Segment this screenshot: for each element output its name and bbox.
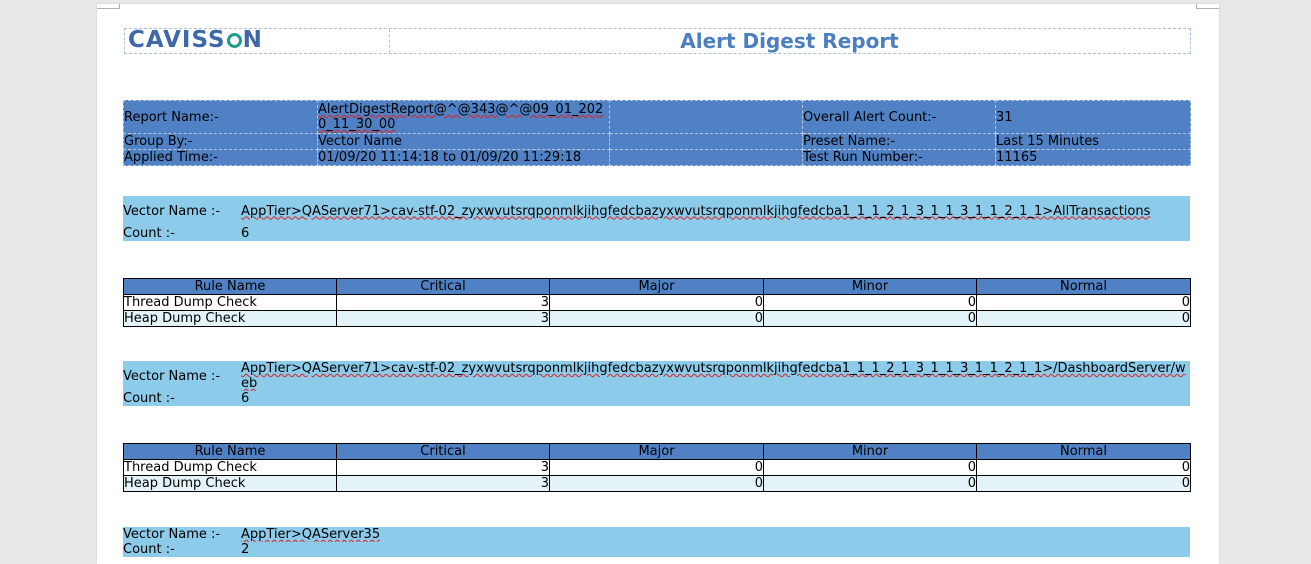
report-header: CAVISS N Alert Digest Report xyxy=(124,27,1191,54)
major-cell: 0 xyxy=(549,310,764,327)
applied-time-value: 01/09/20 11:14:18 to 01/09/20 11:29:18 xyxy=(317,149,610,166)
summary-row-report-name: Report Name:- AlertDigestReport@^@343@^@… xyxy=(123,100,1191,134)
vector-count-value: 6 xyxy=(241,391,250,406)
rule-table-1: Rule Name Critical Major Minor Normal Th… xyxy=(123,278,1191,327)
vector-name-label: Vector Name :- xyxy=(123,203,221,219)
logo-text-start: CAVISS xyxy=(128,27,226,53)
rule-table-header: Rule Name Critical Major Minor Normal xyxy=(123,443,1191,460)
vector-name-row: Vector Name :- AppTier>QAServer71>cav-st… xyxy=(123,361,1190,391)
summary-empty-cell xyxy=(609,100,803,134)
summary-empty-cell xyxy=(609,133,803,150)
col-minor: Minor xyxy=(763,443,977,460)
preset-name-label: Preset Name:- xyxy=(802,133,996,150)
logo-text-end: N xyxy=(242,27,263,53)
vector-block-2: Vector Name :- AppTier>QAServer71>cav-st… xyxy=(123,361,1190,406)
table-row: Thread Dump Check 3 0 0 0 xyxy=(123,459,1191,476)
overall-alert-count-label: Overall Alert Count:- xyxy=(802,100,996,134)
critical-cell: 3 xyxy=(336,310,550,327)
critical-cell: 3 xyxy=(336,459,550,476)
rule-table-2: Rule Name Critical Major Minor Normal Th… xyxy=(123,443,1191,492)
vector-count-row: Count :- 2 xyxy=(123,542,1190,557)
minor-cell: 0 xyxy=(763,310,977,327)
col-critical: Critical xyxy=(336,278,550,295)
summary-empty-cell xyxy=(609,149,803,166)
vector-block-1: Vector Name :- AppTier>QAServer71>cav-st… xyxy=(123,196,1190,241)
summary-row-group-by: Group By:- Vector Name Preset Name:- Las… xyxy=(123,133,1191,150)
table-row: Heap Dump Check 3 0 0 0 xyxy=(123,475,1191,492)
rule-table-header: Rule Name Critical Major Minor Normal xyxy=(123,278,1191,295)
report-page: CAVISS N Alert Digest Report Report Name:… xyxy=(97,4,1219,564)
vector-name-label: Vector Name :- xyxy=(123,368,221,384)
vector-name-value: AppTier>QAServer71>cav-stf-02_zyxwvutsrq… xyxy=(241,361,1190,391)
group-by-value: Vector Name xyxy=(317,133,610,150)
vector-name-value: AppTier>QAServer35 xyxy=(241,527,1190,542)
vector-name-label: Vector Name :- xyxy=(123,527,221,542)
vector-count-label: Count :- xyxy=(123,391,175,406)
col-major: Major xyxy=(549,278,764,295)
minor-cell: 0 xyxy=(763,459,977,476)
vector-name-row: Vector Name :- AppTier>QAServer71>cav-st… xyxy=(123,196,1190,226)
critical-cell: 3 xyxy=(336,294,550,311)
col-rule-name: Rule Name xyxy=(123,443,337,460)
normal-cell: 0 xyxy=(976,459,1191,476)
group-by-label: Group By:- xyxy=(123,133,318,150)
rule-name-cell: Thread Dump Check xyxy=(123,459,337,476)
col-minor: Minor xyxy=(763,278,977,295)
report-title: Alert Digest Report xyxy=(680,29,899,53)
normal-cell: 0 xyxy=(976,294,1191,311)
table-row: Heap Dump Check 3 0 0 0 xyxy=(123,310,1191,327)
vector-name-value: AppTier>QAServer71>cav-stf-02_zyxwvutsrq… xyxy=(241,196,1190,226)
report-name-text: AlertDigestReport@^@343@^@09_01_2020_11_… xyxy=(318,102,604,132)
vector-name-row: Vector Name :- AppTier>QAServer35 xyxy=(123,527,1190,542)
page-corner-mark-left xyxy=(97,4,120,9)
summary-table: Report Name:- AlertDigestReport@^@343@^@… xyxy=(123,100,1191,166)
vector-count-value: 2 xyxy=(241,542,250,557)
col-rule-name: Rule Name xyxy=(123,278,337,295)
logo-o-ring-icon xyxy=(226,33,242,48)
normal-cell: 0 xyxy=(976,310,1191,327)
summary-row-applied-time: Applied Time:- 01/09/20 11:14:18 to 01/0… xyxy=(123,149,1191,166)
vector-name-text: AppTier>QAServer71>cav-stf-02_zyxwvutsrq… xyxy=(241,203,1151,219)
vector-count-label: Count :- xyxy=(123,226,175,241)
col-major: Major xyxy=(549,443,764,460)
overall-alert-count-value: 31 xyxy=(995,100,1191,134)
rule-name-cell: Heap Dump Check xyxy=(123,310,337,327)
test-run-number-label: Test Run Number:- xyxy=(802,149,996,166)
report-name-label: Report Name:- xyxy=(123,100,318,134)
critical-cell: 3 xyxy=(336,475,550,492)
vector-count-row: Count :- 6 xyxy=(123,391,1190,406)
col-normal: Normal xyxy=(976,278,1191,295)
major-cell: 0 xyxy=(549,459,764,476)
vector-block-3: Vector Name :- AppTier>QAServer35 Count … xyxy=(123,527,1190,557)
normal-cell: 0 xyxy=(976,475,1191,492)
col-normal: Normal xyxy=(976,443,1191,460)
cavisson-logo: CAVISS N xyxy=(128,27,263,53)
report-name-value: AlertDigestReport@^@343@^@09_01_2020_11_… xyxy=(317,100,610,134)
minor-cell: 0 xyxy=(763,475,977,492)
vector-name-text: AppTier>QAServer35 xyxy=(241,527,381,542)
test-run-number-value: 11165 xyxy=(995,149,1191,166)
major-cell: 0 xyxy=(549,294,764,311)
rule-name-cell: Thread Dump Check xyxy=(123,294,337,311)
preset-name-value: Last 15 Minutes xyxy=(995,133,1191,150)
vector-name-text: AppTier>QAServer71>cav-stf-02_zyxwvutsrq… xyxy=(241,361,1186,391)
col-critical: Critical xyxy=(336,443,550,460)
major-cell: 0 xyxy=(549,475,764,492)
rule-name-cell: Heap Dump Check xyxy=(123,475,337,492)
vector-count-row: Count :- 6 xyxy=(123,226,1190,241)
vector-count-value: 6 xyxy=(241,226,250,241)
vector-count-label: Count :- xyxy=(123,542,175,557)
table-row: Thread Dump Check 3 0 0 0 xyxy=(123,294,1191,311)
minor-cell: 0 xyxy=(763,294,977,311)
page-corner-mark-right xyxy=(1196,4,1219,9)
applied-time-label: Applied Time:- xyxy=(123,149,318,166)
